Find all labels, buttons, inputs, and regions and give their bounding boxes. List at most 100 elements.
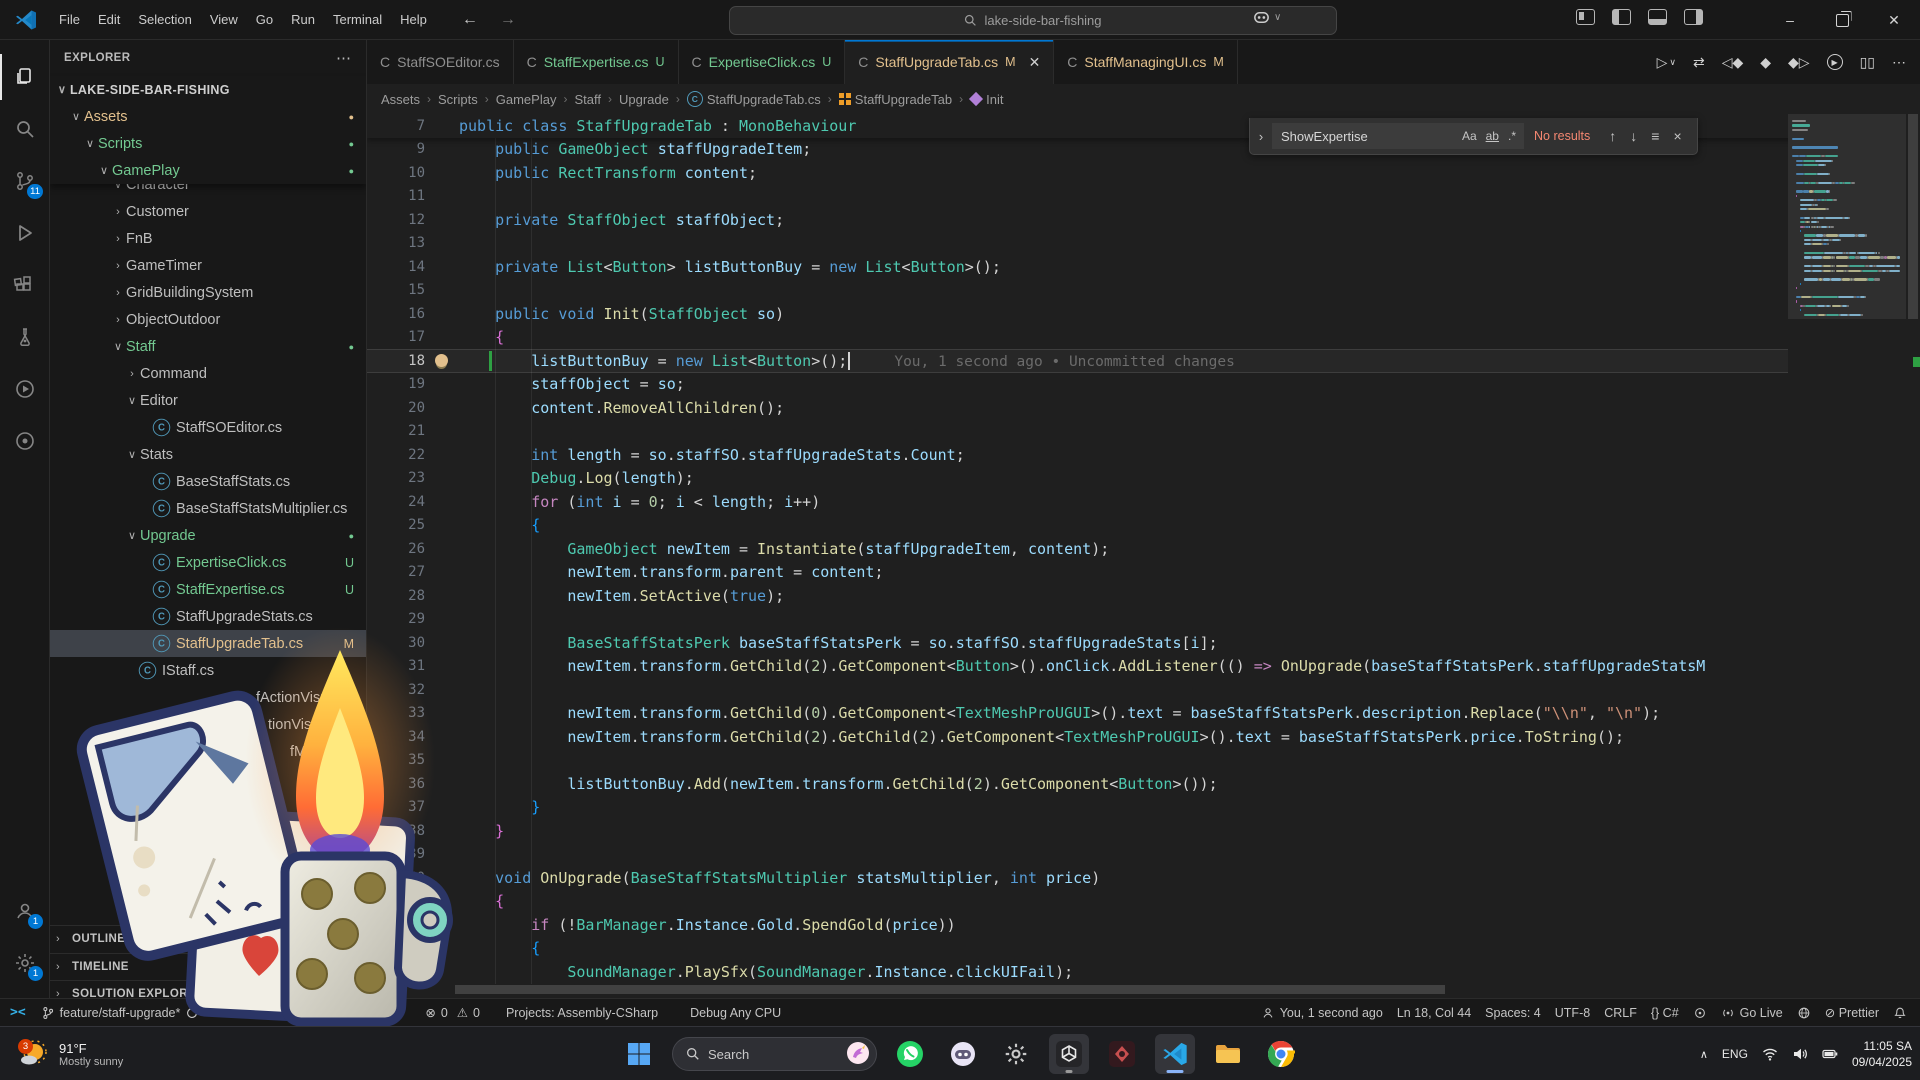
activity-accounts-icon[interactable]: 1 [0,888,50,934]
breadcrumb-Assets[interactable]: Assets [381,92,420,107]
speaker-icon[interactable] [1792,1046,1808,1062]
explorer-more-actions-icon[interactable]: ⋯ [336,49,352,67]
menu-run[interactable]: Run [282,8,324,31]
find-close-icon[interactable]: × [1673,128,1681,144]
next-change-icon[interactable]: ◆▷ [1788,54,1810,71]
menu-terminal[interactable]: Terminal [324,8,391,31]
tree-file-StaffExpertise.cs[interactable]: CStaffExpertise.csU [50,576,366,603]
taskbar-chrome-icon[interactable] [1261,1034,1301,1074]
regex-icon[interactable]: .* [1508,129,1516,143]
split-editor-icon[interactable]: ▯▯ [1860,54,1875,71]
more-icon[interactable]: ⋯ [1892,54,1906,71]
minimize-button[interactable]: – [1764,0,1816,40]
taskbar-copilot-icon[interactable] [943,1034,983,1074]
wifi-icon[interactable] [1762,1046,1778,1062]
tree-folder-Customer[interactable]: ›Customer [50,198,366,225]
taskbar-settings-icon[interactable] [996,1034,1036,1074]
toggle-panel-icon[interactable] [1648,9,1667,25]
tree-file-StaffSOEditor.cs[interactable]: CStaffSOEditor.cs [50,414,366,441]
breadcrumb-Staff[interactable]: Staff [574,92,601,107]
tree-folder-a.cs[interactable]: a.cs [50,846,366,873]
compare-icon[interactable]: ⇄ [1693,54,1705,71]
weather-widget[interactable]: 3 91°F Mostly sunny [10,1031,129,1077]
menu-view[interactable]: View [201,8,247,31]
run-icon[interactable]: ▷∨ [1657,54,1676,71]
tree-folder-row[interactable] [50,819,366,846]
taskbar-unity-icon[interactable] [1049,1034,1089,1074]
breadcrumb-StaffUpgradeTab[interactable]: StaffUpgradeTab [839,92,952,107]
status-encoding[interactable]: UTF-8 [1548,1006,1597,1020]
activity-explorer-icon[interactable] [0,54,50,100]
status-indentation[interactable]: Spaces: 4 [1478,1006,1548,1020]
taskbar-red-app-icon[interactable] [1102,1034,1142,1074]
prev-change-icon[interactable]: ◁◆ [1722,54,1744,71]
remote-indicator[interactable]: >< [0,999,34,1026]
menu-edit[interactable]: Edit [89,8,129,31]
tree-file-ExpertiseClick.cs[interactable]: CExpertiseClick.csU [50,549,366,576]
horizontal-scrollbar[interactable] [455,985,1445,994]
status-prettier[interactable]: ⊘ Prettier [1818,1005,1886,1020]
breadcrumb-Init[interactable]: Init [970,92,1003,107]
change-icon[interactable]: ◆ [1760,54,1771,71]
menu-help[interactable]: Help [391,8,436,31]
status-go-live[interactable]: Go Live [1714,1006,1790,1020]
debug-target-indicator[interactable]: Debug Any CPU [683,999,788,1026]
projects-indicator[interactable]: Projects: Assembly-CSharp [499,999,665,1026]
tree-folder-tionVisual.cs[interactable]: tionVisual.cs [50,711,366,738]
tab-StaffManagingUI.cs[interactable]: CStaffManagingUI.csM [1054,40,1237,84]
taskbar-file-explorer-icon[interactable] [1208,1034,1248,1074]
nav-back-button[interactable]: ← [462,11,478,29]
tree-folder-Command[interactable]: ›Command [50,360,366,387]
breadcrumb-Scripts[interactable]: Scripts [438,92,478,107]
section-solution-explorer[interactable]: ›SOLUTION EXPLORER [50,980,367,998]
activity-compass-icon[interactable] [0,418,50,464]
activity-testing-icon[interactable] [0,314,50,360]
breadcrumb-GamePlay[interactable]: GamePlay [496,92,557,107]
tree-folder-FnB[interactable]: ›FnB [50,225,366,252]
tree-folder-Staff[interactable]: ∨Staff● [50,333,366,360]
tree-folder-fMike.cs[interactable]: fMike.cs [50,738,366,765]
status-circle-icon[interactable] [1686,1006,1714,1020]
tree-folder-GameTimer[interactable]: ›GameTimer [50,252,366,279]
tree-folder-LAKE-SIDE-BAR-FISHING[interactable]: ∨LAKE-SIDE-BAR-FISHING [50,76,366,103]
activity-run-and-debug-icon[interactable] [0,210,50,256]
taskbar-start-icon[interactable] [619,1034,659,1074]
tray-language[interactable]: ENG [1722,1047,1748,1061]
toggle-secondary-sidebar-icon[interactable] [1684,9,1703,25]
tree-file-StaffUpgradeStats.cs[interactable]: CStaffUpgradeStats.cs [50,603,366,630]
menu-go[interactable]: Go [247,8,282,31]
activity-live-preview-icon[interactable] [0,366,50,412]
code-editor[interactable]: 7public class StaffUpgradeTab : MonoBeha… [367,114,1920,998]
nav-forward-button[interactable]: → [500,11,516,29]
breadcrumb-StaffUpgradeTab.cs[interactable]: CStaffUpgradeTab.cs [687,91,821,107]
tree-folder-fActionVisual.cs[interactable]: fActionVisual.cs [50,684,366,711]
status-language-mode[interactable]: {} C# [1644,1006,1686,1020]
minimap[interactable] [1788,114,1920,998]
find-next-icon[interactable]: ↓ [1630,128,1637,144]
tray-clock[interactable]: 11:05 SA 09/04/2025 [1852,1038,1912,1070]
problems-indicator[interactable]: ⊗0 ⚠0 [418,999,487,1026]
toggle-sidebar-icon[interactable] [1612,9,1631,25]
status-cursor-position[interactable]: Ln 18, Col 44 [1390,1006,1478,1020]
tree-folder-.cs[interactable]: .cs [50,765,366,792]
tree-folder-ObjectOutdoor[interactable]: ›ObjectOutdoor [50,306,366,333]
run-circle-icon[interactable]: ▶ [1827,54,1843,70]
whole-word-icon[interactable]: ab [1486,129,1499,143]
tree-folder-Upgrade[interactable]: ∨Upgrade● [50,522,366,549]
find-expand-icon[interactable]: › [1250,129,1272,144]
tab-StaffSOEditor.cs[interactable]: CStaffSOEditor.cs [367,40,514,84]
battery-icon[interactable] [1822,1046,1838,1062]
activity-source-control-icon[interactable]: 11 [0,158,50,204]
tree-folder-GridBuildingSystem[interactable]: ›GridBuildingSystem [50,279,366,306]
tree-file-BaseStaffStats.cs[interactable]: CBaseStaffStats.cs [50,468,366,495]
tree-folder-Editor[interactable]: ∨Editor [50,387,366,414]
activity-settings-icon[interactable]: 1 [0,940,50,986]
status-globe-icon[interactable] [1790,1006,1818,1020]
activity-search-icon[interactable] [0,106,50,152]
tab-StaffUpgradeTab.cs[interactable]: CStaffUpgradeTab.csM✕ [845,40,1054,84]
tab-close-icon[interactable]: ✕ [1029,54,1041,71]
find-input[interactable]: ShowExpertise Aa ab .* [1272,123,1524,149]
menu-selection[interactable]: Selection [129,8,200,31]
activity-extensions-icon[interactable] [0,262,50,308]
tree-folder-Scripts[interactable]: ∨Scripts● [50,130,366,157]
